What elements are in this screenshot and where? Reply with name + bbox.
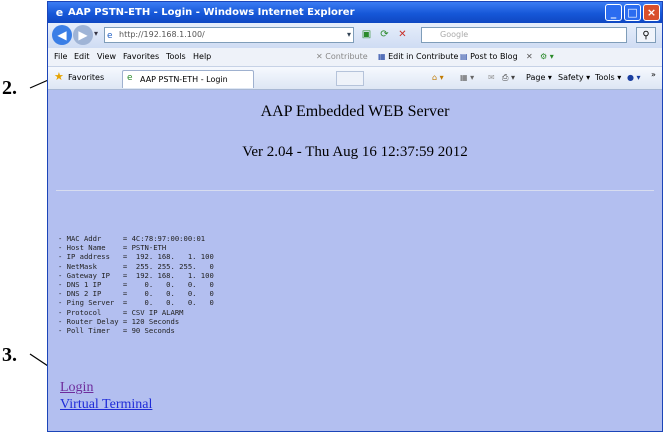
info-row: - Router Delay = 120 Seconds [58, 316, 180, 326]
history-dropdown-icon[interactable]: ▾ [94, 29, 98, 38]
divider [56, 190, 654, 191]
home-icon[interactable]: ⌂ ▾ [432, 73, 444, 82]
read-mail-icon[interactable]: ✉ [488, 73, 495, 82]
menu-help[interactable]: Help [193, 52, 211, 61]
maximize-button[interactable]: □ [624, 4, 641, 21]
info-row: - MAC Addr = 4C:78:97:00:00:01 [58, 234, 206, 243]
close-toolbar-icon[interactable]: ✕ [526, 52, 533, 61]
menu-favorites[interactable]: Favorites [123, 52, 159, 61]
page-menu[interactable]: Page ▾ [526, 73, 552, 82]
post-to-blog-label: Post to Blog [470, 52, 518, 61]
favorites-star-icon[interactable]: ★ [54, 70, 64, 83]
tab-title: AAP PSTN-ETH - Login [140, 75, 228, 84]
more-chevron-icon[interactable]: » [651, 70, 656, 79]
edit-in-contribute-label: Edit in Contribute [388, 52, 459, 61]
info-row: - NetMask = 255. 255. 255. 0 [58, 261, 214, 271]
address-dropdown-icon[interactable]: ▾ [347, 28, 351, 42]
refresh-icon[interactable]: ⟳ [377, 27, 392, 42]
menu-file[interactable]: File [54, 52, 67, 61]
safety-menu[interactable]: Safety ▾ [558, 73, 590, 82]
title-bar[interactable]: e AAP PSTN-ETH - Login - Windows Interne… [48, 2, 662, 23]
edit-in-contribute-button[interactable]: ▦ Edit in Contribute [378, 52, 458, 61]
menu-edit[interactable]: Edit [74, 52, 90, 61]
search-icon[interactable]: ⚲ [636, 27, 656, 43]
window-title: AAP PSTN-ETH - Login - Windows Internet … [68, 7, 355, 18]
compatibility-icon[interactable]: ▣ [359, 27, 374, 42]
page-content: AAP Embedded WEB Server Ver 2.04 - Thu A… [48, 90, 662, 433]
info-row: - Poll Timer = 90 Seconds [58, 326, 175, 336]
search-input[interactable]: Google [421, 27, 627, 43]
help-icon[interactable]: ● ▾ [627, 73, 641, 82]
info-row: - Ping Server = 0. 0. 0. 0 [58, 298, 214, 308]
browser-window: e AAP PSTN-ETH - Login - Windows Interne… [47, 1, 663, 432]
favorites-bar: ★ Favorites e AAP PSTN-ETH - Login ⌂ ▾ ▦… [48, 67, 662, 90]
address-toolbar: ◀ ▶ ▾ e http://192.168.1.100/ ▾ ▣ ⟳ ✕ Go… [48, 23, 662, 48]
info-row: - DNS 1 IP = 0. 0. 0. 0 [58, 280, 214, 290]
post-to-blog-button[interactable]: ▤ Post to Blog [460, 52, 518, 61]
info-row: - Protocol = CSV IP ALARM [58, 307, 184, 317]
annotation-step-2: 2. [2, 77, 17, 99]
ie-logo-icon: e [55, 6, 64, 19]
favorites-button[interactable]: Favorites [68, 73, 104, 82]
contribute-label: Contribute [325, 52, 368, 61]
annotation-step-3: 3. [2, 344, 17, 366]
menu-view[interactable]: View [97, 52, 116, 61]
forward-arrow-icon[interactable]: ▶ [73, 25, 93, 45]
address-input[interactable]: e http://192.168.1.100/ ▾ [104, 27, 354, 43]
contribute-button[interactable]: ✕ Contribute [316, 52, 368, 61]
browser-tab[interactable]: e AAP PSTN-ETH - Login [122, 70, 254, 88]
page-title: AAP Embedded WEB Server [260, 103, 450, 120]
menu-bar: File Edit View Favorites Tools Help ✕ Co… [48, 48, 662, 67]
virtual-terminal-link[interactable]: Virtual Terminal [60, 397, 152, 413]
device-info: - MAC Addr = 4C:78:97:00:00:01 - Host Na… [58, 234, 214, 335]
info-row: - DNS 2 IP = 0. 0. 0. 0 [58, 289, 214, 299]
stop-icon[interactable]: ✕ [395, 27, 410, 42]
toolbar-options-icon[interactable]: ⚙ ▾ [540, 52, 554, 61]
back-arrow-icon[interactable]: ◀ [52, 25, 72, 45]
address-url: http://192.168.1.100/ [119, 30, 205, 39]
info-row: - Gateway IP = 192. 168. 1. 100 [58, 270, 214, 280]
login-link[interactable]: Login [60, 380, 93, 396]
print-icon[interactable]: ⎙ ▾ [502, 73, 515, 83]
close-button[interactable]: × [643, 4, 660, 21]
search-placeholder: Google [440, 30, 469, 39]
minimize-button[interactable]: _ [605, 4, 622, 21]
version-line: Ver 2.04 - Thu Aug 16 12:37:59 2012 [242, 144, 468, 160]
info-row: - Host Name = PSTN-ETH [58, 243, 167, 253]
page-favicon-icon: e [107, 31, 113, 41]
menu-tools[interactable]: Tools [166, 52, 186, 61]
info-row: - IP address = 192. 168. 1. 100 [58, 252, 214, 262]
tools-menu[interactable]: Tools ▾ [595, 73, 621, 82]
tab-favicon-icon: e [127, 73, 133, 83]
feeds-icon[interactable]: ▦ ▾ [460, 73, 474, 82]
new-tab-button[interactable] [336, 71, 364, 86]
